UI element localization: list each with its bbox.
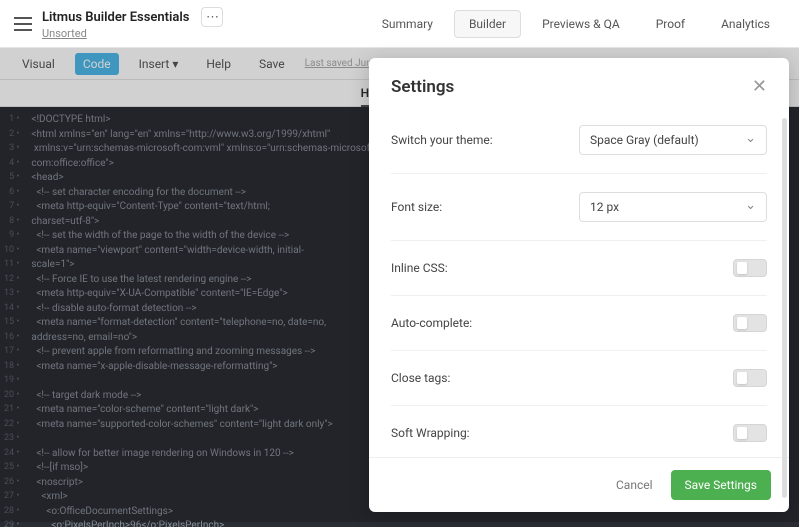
save-settings-button[interactable]: Save Settings	[671, 470, 771, 500]
hamburger-icon[interactable]	[14, 17, 32, 31]
close-tags-toggle[interactable]	[733, 369, 767, 387]
tab-proof[interactable]: Proof	[641, 10, 700, 38]
tab-builder[interactable]: Builder	[454, 10, 521, 38]
close-icon[interactable]: ✕	[752, 76, 767, 97]
document-title: Litmus Builder Essentials	[42, 10, 189, 25]
close-tags-label: Close tags:	[391, 371, 450, 385]
tab-previews-qa[interactable]: Previews & QA	[527, 10, 635, 38]
folder-link[interactable]: Unsorted	[42, 27, 367, 40]
modal-title: Settings	[391, 77, 454, 97]
cancel-button[interactable]: Cancel	[610, 470, 659, 500]
inline-css-label: Inline CSS:	[391, 261, 448, 275]
modal-body: Switch your theme: Space Gray (default) …	[369, 107, 789, 457]
modal-scrollbar[interactable]	[782, 118, 787, 498]
settings-modal: Settings ✕ Switch your theme: Space Gray…	[369, 58, 789, 512]
tab-analytics[interactable]: Analytics	[706, 10, 785, 38]
font-size-select[interactable]: 12 px	[579, 192, 767, 222]
soft-wrap-toggle[interactable]	[733, 424, 767, 442]
nav-tabs: Summary Builder Previews & QA Proof Anal…	[367, 10, 785, 38]
autocomplete-toggle[interactable]	[733, 314, 767, 332]
title-block: Litmus Builder Essentials ⋯ Unsorted	[42, 7, 367, 40]
modal-header: Settings ✕	[369, 58, 789, 107]
soft-wrap-label: Soft Wrapping:	[391, 426, 470, 440]
topbar: Litmus Builder Essentials ⋯ Unsorted Sum…	[0, 0, 799, 48]
font-size-label: Font size:	[391, 200, 442, 214]
theme-select[interactable]: Space Gray (default)	[579, 125, 767, 155]
modal-footer: Cancel Save Settings	[369, 457, 789, 512]
inline-css-toggle[interactable]	[733, 259, 767, 277]
tab-summary[interactable]: Summary	[367, 10, 448, 38]
more-options-button[interactable]: ⋯	[201, 7, 223, 27]
autocomplete-label: Auto-complete:	[391, 316, 472, 330]
theme-label: Switch your theme:	[391, 133, 493, 147]
